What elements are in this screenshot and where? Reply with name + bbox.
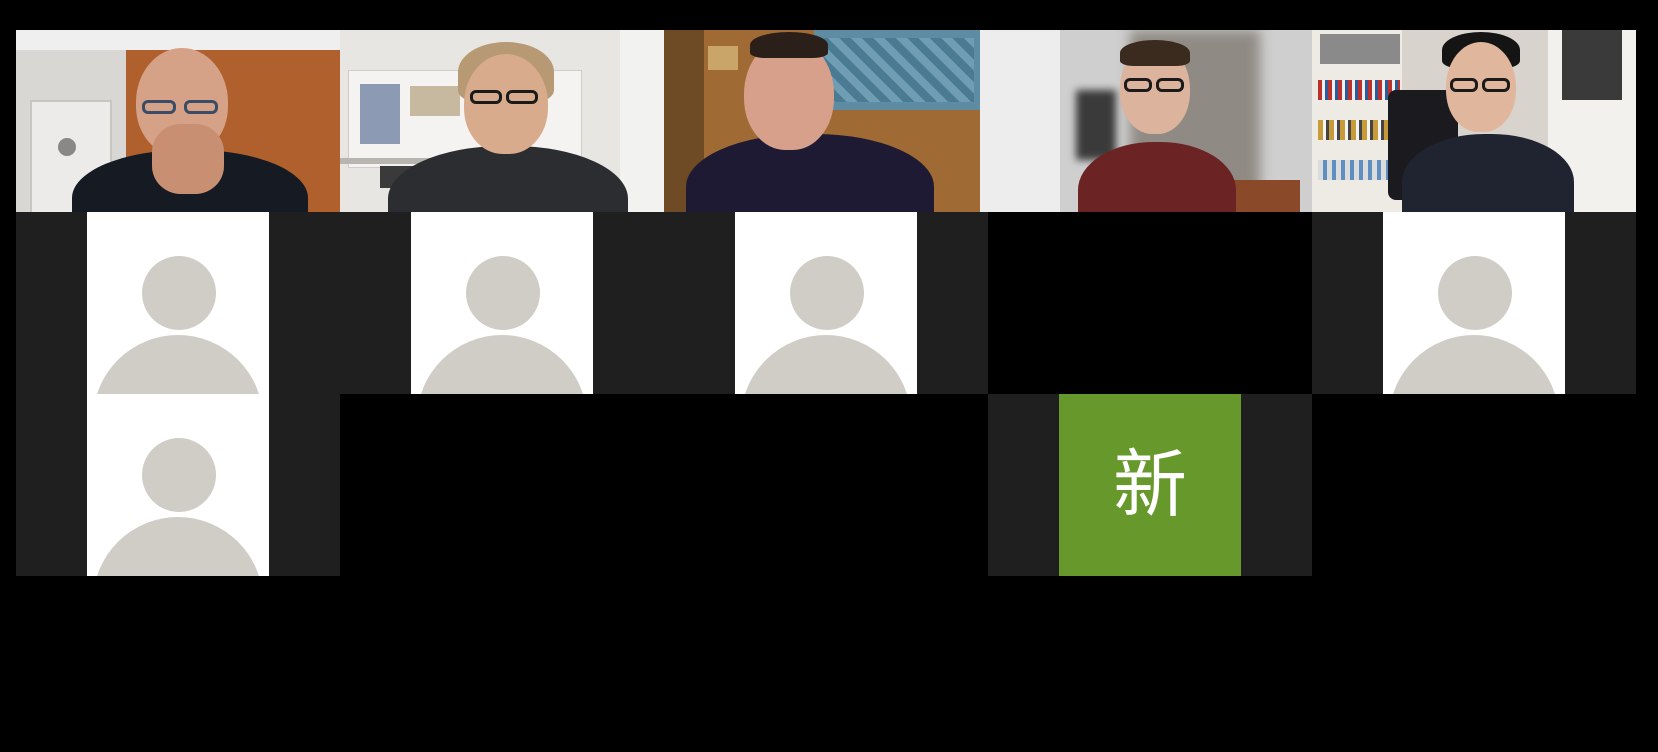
participant-tile-6[interactable]	[16, 212, 340, 394]
participant-video-1	[16, 30, 340, 212]
avatar-shoulders	[93, 517, 263, 576]
default-user-avatar-icon	[411, 212, 593, 394]
participant-video-tile-5[interactable]	[1312, 30, 1636, 212]
default-user-avatar-icon	[87, 212, 269, 394]
participant-tile-9-camera-off[interactable]	[988, 212, 1312, 394]
participant-tile-11[interactable]	[16, 394, 340, 576]
avatar-shoulders	[417, 335, 587, 394]
participant-video-tile-4[interactable]	[980, 30, 1312, 212]
avatar-head	[1438, 256, 1512, 330]
participant-video-tile-3[interactable]	[664, 30, 980, 212]
participant-initial: 新	[1113, 442, 1187, 528]
participant-video-3	[664, 30, 980, 212]
avatar-shoulders	[93, 335, 263, 394]
default-user-avatar-icon	[87, 394, 269, 576]
participant-tile-12[interactable]: 新	[988, 394, 1312, 576]
participant-tile-8[interactable]	[664, 212, 988, 394]
default-user-avatar-icon	[735, 212, 917, 394]
participant-video-tile-2[interactable]	[340, 30, 664, 212]
participant-tile-10[interactable]	[1312, 212, 1636, 394]
participant-video-4	[980, 30, 1312, 212]
participant-video-tile-1[interactable]	[16, 30, 340, 212]
participant-initial-avatar: 新	[1059, 394, 1241, 576]
avatar-shoulders	[741, 335, 911, 394]
avatar-head	[142, 256, 216, 330]
avatar-shoulders	[1389, 335, 1559, 394]
participant-tile-7[interactable]	[340, 212, 664, 394]
avatar-head	[790, 256, 864, 330]
avatar-head	[142, 438, 216, 512]
participant-video-5	[1312, 30, 1636, 212]
video-conference-gallery: 新	[0, 0, 1658, 752]
participant-video-2	[340, 30, 664, 212]
avatar-head	[466, 256, 540, 330]
default-user-avatar-icon	[1383, 212, 1565, 394]
